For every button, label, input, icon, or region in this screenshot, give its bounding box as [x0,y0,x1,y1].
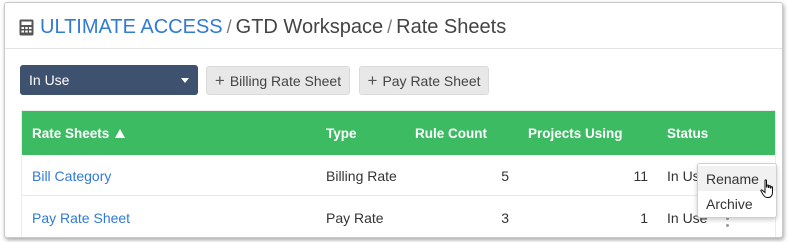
breadcrumb-separator: / [387,16,393,37]
rule-count: 3 [501,209,509,226]
rate-sheet-type: Pay Rate [326,209,384,226]
breadcrumb-separator: / [226,16,232,37]
calculator-icon [19,19,34,35]
column-header-label: Type [326,125,357,141]
column-header-label: Status [667,125,709,141]
column-header-status[interactable]: Status [667,111,708,155]
rule-count: 5 [501,167,509,184]
column-header-rate-sheets[interactable]: Rate Sheets [32,111,126,155]
table-header: Rate Sheets Type Rule Count Projects Usi… [22,111,775,155]
hand-pointer-cursor-icon [760,179,773,198]
table-row: Bill Category Billing Rate 5 11 In Use [22,155,775,196]
breadcrumb-item-current: Rate Sheets [396,15,507,38]
breadcrumb-root-link[interactable]: ULTIMATE ACCESS [40,16,223,39]
caret-down-icon [181,78,189,83]
plus-icon: + [214,70,225,90]
add-billing-rate-sheet-label: Billing Rate Sheet [229,72,342,89]
breadcrumb-item-workspace[interactable]: GTD Workspace [236,16,383,39]
column-header-rule-count[interactable]: Rule Count [415,111,487,155]
header-divider [5,48,782,49]
column-header-label: Rate Sheets [32,125,110,141]
sort-ascending-icon [115,128,126,138]
column-header-projects-using[interactable]: Projects Using [528,111,623,155]
column-header-label: Rule Count [415,125,487,141]
add-pay-rate-sheet-label: Pay Rate Sheet [382,72,481,89]
rate-sheet-name-link[interactable]: Pay Rate Sheet [32,197,130,237]
rate-sheet-name-link[interactable]: Bill Category [32,155,111,196]
projects-using: 1 [640,209,648,226]
breadcrumb: ULTIMATE ACCESS / GTD Workspace / Rate S… [19,12,506,42]
add-billing-rate-sheet-button[interactable]: + Billing Rate Sheet [206,66,350,95]
status-filter-value: In Use [29,72,70,88]
rate-sheets-window: ULTIMATE ACCESS / GTD Workspace / Rate S… [4,2,783,238]
table-row: Pay Rate Sheet Pay Rate 3 1 In Use [22,197,775,237]
add-pay-rate-sheet-button[interactable]: + Pay Rate Sheet [359,66,489,95]
rate-sheet-type: Billing Rate [326,167,397,184]
column-header-label: Projects Using [528,125,623,141]
projects-using: 11 [633,167,648,184]
rate-sheets-table: Rate Sheets Type Rule Count Projects Usi… [21,110,776,237]
status-filter-select[interactable]: In Use [20,65,198,95]
column-header-type[interactable]: Type [326,111,357,155]
plus-icon: + [367,70,378,90]
